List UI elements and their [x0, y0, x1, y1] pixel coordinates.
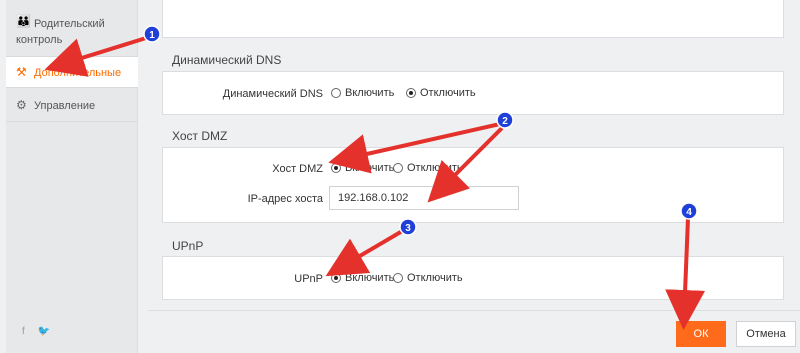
ddns-enable-radio[interactable]: Включить: [331, 87, 394, 99]
ddns-section-title: Динамический DNS: [172, 53, 282, 67]
dmz-panel: Хост DMZ Включить Отключить IP-адрес хос…: [162, 147, 784, 223]
upnp-label: UPnP: [294, 273, 323, 285]
gear-icon: ⚙: [16, 98, 27, 112]
ok-button[interactable]: ОК: [676, 321, 726, 347]
sidebar-item-label: Управление: [34, 100, 96, 112]
sidebar: 👪 Родительский контроль ⚒ Дополнительные…: [6, 0, 138, 353]
ddns-disable-radio[interactable]: Отключить: [406, 87, 476, 99]
radio-icon: [331, 88, 341, 98]
sidebar-item-label: Дополнительные: [34, 67, 122, 79]
ddns-panel: Динамический DNS Включить Отключить: [162, 71, 784, 115]
sidebar-item-label: Родительский контроль: [16, 18, 105, 46]
radio-selected-icon: [331, 273, 341, 283]
dmz-section-title: Хост DMZ: [172, 129, 228, 143]
radio-icon: [393, 163, 403, 173]
main-content: Динамический DNS Динамический DNS Включи…: [148, 0, 800, 353]
dmz-ip-label: IP-адрес хоста: [247, 193, 323, 205]
radio-selected-icon: [331, 163, 341, 173]
dmz-label: Хост DMZ: [272, 163, 323, 175]
tools-icon: ⚒: [16, 65, 27, 79]
radio-icon: [393, 273, 403, 283]
sidebar-item-management[interactable]: ⚙ Управление: [6, 90, 138, 122]
dmz-disable-radio[interactable]: Отключить: [393, 162, 463, 174]
upnp-disable-radio[interactable]: Отключить: [393, 272, 463, 284]
cancel-button[interactable]: Отмена: [736, 321, 796, 347]
router-settings-window: 👪 Родительский контроль ⚒ Дополнительные…: [0, 0, 800, 353]
ddns-label: Динамический DNS: [222, 88, 323, 100]
social-links[interactable]: f 🐦: [22, 326, 55, 337]
upnp-section-title: UPnP: [172, 239, 204, 253]
previous-panel: [162, 0, 784, 38]
dmz-enable-radio[interactable]: Включить: [331, 162, 394, 174]
sidebar-item-parental-control[interactable]: 👪 Родительский контроль: [6, 8, 138, 54]
upnp-panel: UPnP Включить Отключить: [162, 256, 784, 300]
upnp-enable-radio[interactable]: Включить: [331, 272, 394, 284]
sidebar-item-advanced[interactable]: ⚒ Дополнительные: [6, 56, 138, 88]
radio-selected-icon: [406, 88, 416, 98]
footer-divider: [148, 310, 800, 311]
dmz-ip-input[interactable]: 192.168.0.102: [329, 186, 519, 210]
